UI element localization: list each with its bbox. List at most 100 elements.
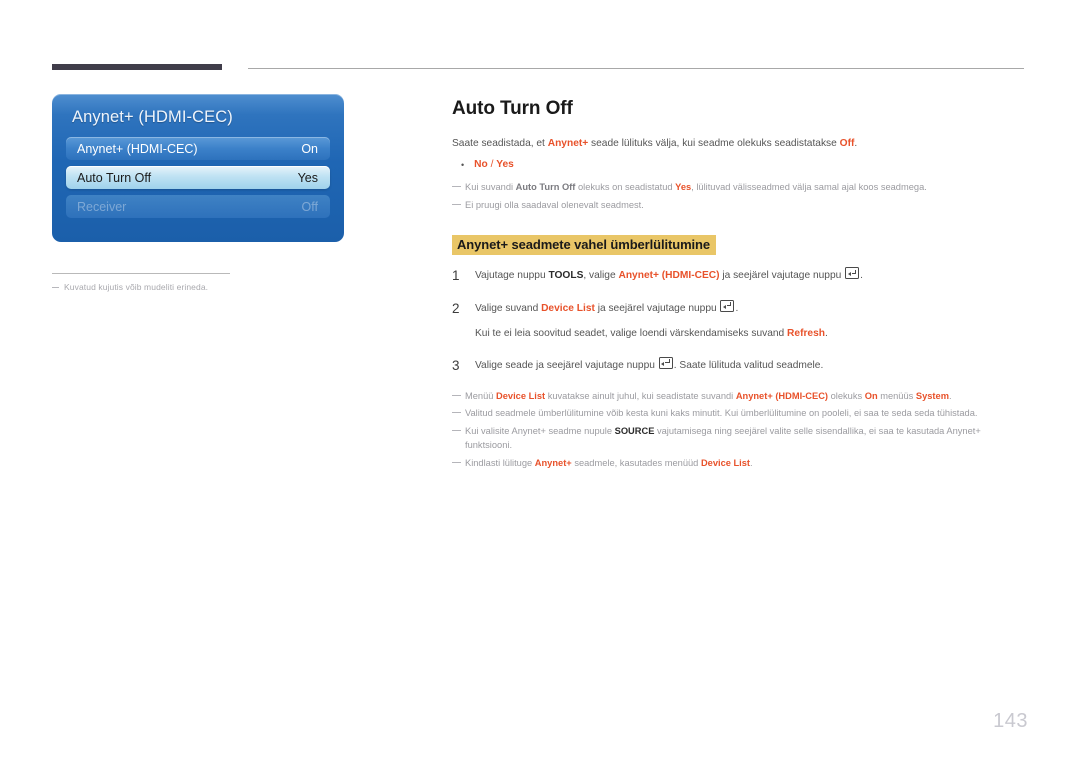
step-item: 2 Valige suvand Device List ja seejärel …	[452, 299, 1024, 318]
option-separator: /	[487, 159, 497, 171]
step-text: Valige suvand Device List ja seejärel va…	[475, 299, 1024, 317]
note-text: Menüü Device List kuvatakse ainult juhul…	[465, 390, 1024, 404]
menu-row-value: On	[301, 141, 318, 156]
footnote-item: Kui valisite Anynet+ seadme nupule SOURC…	[452, 425, 1024, 453]
footnotes-block: Menüü Device List kuvatakse ainult juhul…	[452, 390, 1024, 472]
enter-key-icon	[658, 356, 673, 369]
fn-key-source: SOURCE	[614, 426, 655, 437]
step-seg-f: .	[735, 302, 739, 314]
step-term-device-list: Device List	[541, 302, 595, 314]
section-heading: Anynet+ seadmete vahel ümberlülitumine	[452, 235, 717, 256]
menu-row-label: Receiver	[77, 199, 127, 214]
step-seg-e: ja seejärel vajutage nuppu	[719, 270, 845, 282]
fn-seg-e: .	[750, 458, 753, 469]
intro-note: Ei pruugi olla saadaval olenevalt seadme…	[452, 199, 1024, 213]
fn-seg-c: seadmele, kasutades menüüd	[571, 458, 701, 469]
footnote-item: Menüü Device List kuvatakse ainult juhul…	[452, 390, 1024, 404]
caption-dash-icon	[52, 287, 59, 288]
fn-seg-g: menüüs	[877, 390, 916, 401]
step-seg-a: Valige suvand	[475, 302, 542, 314]
bullet-dot-icon: •	[461, 160, 465, 171]
chapter-marker-bar	[52, 64, 222, 70]
fn-seg-a: Kui valisite Anynet+ seadme nupule	[465, 426, 615, 437]
step-seg-a: Vajutage nuppu	[475, 270, 549, 282]
page-header	[52, 64, 1024, 74]
note-text: Kindlasti lülituge Anynet+ seadmele, kas…	[465, 457, 1024, 471]
note-text: Valitud seadmele ümberlülitumine võib ke…	[465, 408, 978, 419]
footnote-item: Kindlasti lülituge Anynet+ seadmele, kas…	[452, 457, 1024, 471]
note-seg-c: olekuks on seadistatud	[575, 182, 676, 193]
note-dash-icon	[452, 394, 461, 396]
header-divider-line	[248, 68, 1024, 69]
fn-seg-a: Kindlasti lülituge	[465, 458, 535, 469]
enter-key-icon	[845, 267, 860, 280]
step-seg-e: ja seejärel vajutage nuppu	[594, 302, 720, 314]
step-seg-a: Valige seade ja seejärel vajutage nuppu	[475, 359, 658, 371]
content-column: Auto Turn Off Saate seadistada, et Anyne…	[452, 98, 1024, 475]
caption-text: Kuvatud kujutis võib mudeliti erineda.	[64, 282, 209, 292]
note-seg-d: Yes	[675, 182, 692, 193]
note-seg-e: , lülituvad välisseadmed välja samal aja…	[691, 182, 927, 193]
step-term-anynet: Anynet+ (HDMI-CEC)	[618, 270, 720, 282]
menu-row-label: Anynet+ (HDMI-CEC)	[77, 141, 198, 156]
substep-note: Kui te ei leia soovitud seadet, valige l…	[475, 326, 1024, 342]
step-text: Vajutage nuppu TOOLS, valige Anynet+ (HD…	[475, 267, 1024, 284]
note-text: Kui valisite Anynet+ seadme nupule SOURC…	[465, 425, 1024, 453]
note-text: Ei pruugi olla saadaval olenevalt seadme…	[465, 200, 644, 211]
note-dash-icon	[452, 430, 461, 432]
intro-text-1: Saate seadistada, et	[452, 138, 548, 149]
menu-row-label: Auto Turn Off	[77, 170, 152, 185]
bullet-options: No / Yes	[474, 159, 514, 173]
page-title: Auto Turn Off	[452, 98, 573, 119]
footnote-item: Valitud seadmele ümberlülitumine võib ke…	[452, 407, 1024, 421]
fn-seg-i: .	[948, 390, 952, 401]
fn-seg-c: kuvatakse ainult juhul, kui seadistate s…	[545, 390, 736, 401]
fn-seg-e: olekuks	[828, 390, 865, 401]
intro-note: Kui suvandi Auto Turn Off olekuks on sea…	[452, 181, 1024, 195]
step-seg-f: . Saate lülituda valitud seadmele.	[673, 359, 824, 371]
page-number: 143	[993, 710, 1028, 732]
note-text: Kui suvandi Auto Turn Off olekuks on sea…	[465, 181, 1024, 195]
caption-divider	[52, 273, 230, 274]
step-item: 3 Valige seade ja seejärel vajutage nupp…	[452, 356, 1024, 375]
intro-term-anynet: Anynet+	[547, 138, 589, 149]
substep-seg-c: .	[824, 327, 828, 339]
menu-row-auto-turn-off[interactable]: Auto Turn Off Yes	[66, 166, 330, 189]
fn-term-anynet: Anynet+	[534, 458, 572, 469]
option-no: No	[474, 159, 488, 171]
substep-seg-a: Kui te ei leia soovitud seadet, valige l…	[475, 327, 788, 339]
step-key-tools: TOOLS	[548, 270, 584, 282]
option-yes: Yes	[496, 159, 514, 171]
note-seg-a: Kui suvandi	[465, 182, 516, 193]
note-seg-b: Auto Turn Off	[515, 182, 576, 193]
menu-row-value: Yes	[297, 170, 318, 185]
substep-term-refresh: Refresh	[787, 327, 825, 339]
menu-row-anynet-hdmi-cec[interactable]: Anynet+ (HDMI-CEC) On	[66, 137, 330, 160]
step-number: 3	[452, 357, 460, 373]
step-seg-c: , valige	[583, 270, 619, 282]
note-dash-icon	[452, 412, 461, 414]
menu-illustration-column: Anynet+ (HDMI-CEC) Anynet+ (HDMI-CEC) On…	[52, 94, 344, 292]
intro-text-3: .	[854, 138, 858, 149]
step-item: 1 Vajutage nuppu TOOLS, valige Anynet+ (…	[452, 267, 1024, 285]
intro-paragraph: Saate seadistada, et Anynet+ seade lülit…	[452, 136, 1024, 151]
options-bullet: • No / Yes	[452, 159, 1024, 173]
step-number: 2	[452, 300, 460, 316]
note-dash-icon	[452, 462, 461, 464]
step-seg-f: .	[860, 270, 863, 282]
note-dash-icon	[452, 204, 461, 206]
fn-term-system: System	[915, 390, 949, 401]
tv-panel-title: Anynet+ (HDMI-CEC)	[72, 108, 233, 126]
step-text: Valige seade ja seejärel vajutage nuppu …	[475, 356, 1024, 374]
tv-settings-panel: Anynet+ (HDMI-CEC) Anynet+ (HDMI-CEC) On…	[52, 94, 344, 242]
intro-text-2: seade lülituks välja, kui seadme olekuks…	[588, 138, 840, 149]
menu-row-value: Off	[301, 199, 318, 214]
step-number: 1	[452, 268, 460, 284]
fn-seg-a: Menüü	[465, 390, 497, 401]
fn-term-on: On	[864, 390, 878, 401]
menu-row-receiver: Receiver Off	[66, 195, 330, 218]
intro-term-off: Off	[839, 138, 855, 149]
enter-key-icon	[720, 299, 735, 312]
fn-term-anynet: Anynet+ (HDMI-CEC)	[735, 390, 829, 401]
fn-term-device-list: Device List	[700, 458, 751, 469]
